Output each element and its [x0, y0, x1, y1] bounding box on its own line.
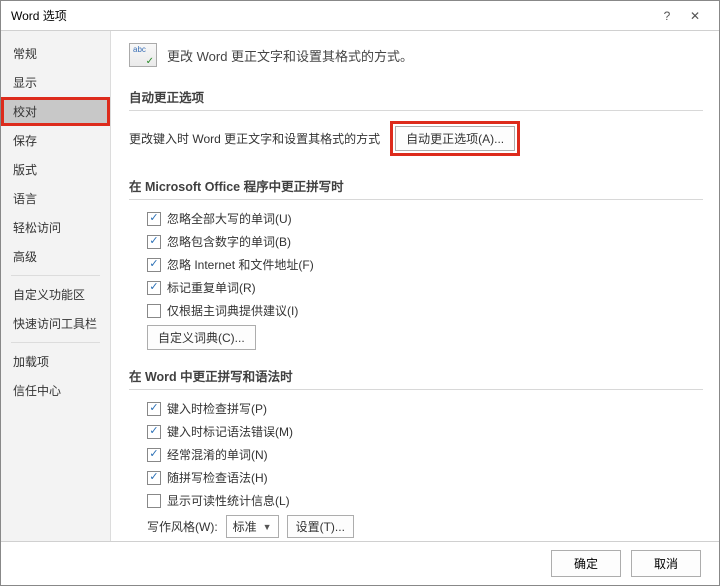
nav-display[interactable]: 显示 [1, 68, 110, 97]
window-title: Word 选项 [11, 7, 67, 24]
content-panel: 更改 Word 更正文字和设置其格式的方式。 自动更正选项 更改键入时 Word… [111, 31, 719, 541]
chk-ignore-numbers[interactable] [147, 235, 161, 249]
lbl-ignore-numbers: 忽略包含数字的单词(B) [167, 233, 291, 250]
nav-ease-of-access[interactable]: 轻松访问 [1, 213, 110, 242]
lbl-confused-words: 经常混淆的单词(N) [167, 446, 268, 463]
lbl-ignore-internet: 忽略 Internet 和文件地址(F) [167, 256, 314, 273]
chk-ignore-internet[interactable] [147, 258, 161, 272]
nav-quick-access[interactable]: 快速访问工具栏 [1, 309, 110, 338]
nav-advanced[interactable]: 高级 [1, 242, 110, 271]
settings-button[interactable]: 设置(T)... [287, 515, 354, 538]
lbl-grammar-with-spelling: 随拼写检查语法(H) [167, 469, 268, 486]
cancel-button[interactable]: 取消 [631, 550, 701, 577]
highlight-autocorrect-button: 自动更正选项(A)... [390, 121, 520, 156]
chk-main-dict-only[interactable] [147, 304, 161, 318]
lbl-readability: 显示可读性统计信息(L) [167, 492, 290, 509]
lbl-flag-repeat: 标记重复单词(R) [167, 279, 256, 296]
ok-button[interactable]: 确定 [551, 550, 621, 577]
chk-ignore-uppercase[interactable] [147, 212, 161, 226]
lbl-check-spelling: 键入时检查拼写(P) [167, 400, 267, 417]
writing-style-select[interactable]: 标准▼ [226, 515, 279, 538]
nav-addins[interactable]: 加载项 [1, 347, 110, 376]
writing-style-label: 写作风格(W): [147, 518, 218, 535]
chk-grammar-with-spelling[interactable] [147, 471, 161, 485]
header-text: 更改 Word 更正文字和设置其格式的方式。 [167, 46, 413, 65]
autocorrect-options-button[interactable]: 自动更正选项(A)... [395, 126, 515, 151]
titlebar: Word 选项 ? ✕ [1, 1, 719, 31]
chk-mark-grammar[interactable] [147, 425, 161, 439]
chk-flag-repeat[interactable] [147, 281, 161, 295]
nav-proofing[interactable]: 校对 [1, 97, 110, 126]
caret-down-icon: ▼ [263, 522, 272, 532]
chk-check-spelling[interactable] [147, 402, 161, 416]
footer: 确定 取消 [1, 541, 719, 585]
section-office-spelling: 在 Microsoft Office 程序中更正拼写时 [129, 170, 703, 200]
autocorrect-desc: 更改键入时 Word 更正文字和设置其格式的方式 [129, 130, 380, 147]
section-autocorrect: 自动更正选项 [129, 81, 703, 111]
section-word-spelling: 在 Word 中更正拼写和语法时 [129, 360, 703, 390]
nav-general[interactable]: 常规 [1, 39, 110, 68]
lbl-main-dict-only: 仅根据主词典提供建议(I) [167, 302, 298, 319]
nav-trust-center[interactable]: 信任中心 [1, 376, 110, 405]
chk-confused-words[interactable] [147, 448, 161, 462]
help-button[interactable]: ? [653, 9, 681, 23]
nav-layout[interactable]: 版式 [1, 155, 110, 184]
sidebar: 常规 显示 校对 保存 版式 语言 轻松访问 高级 自定义功能区 快速访问工具栏… [1, 31, 111, 541]
proofing-icon [129, 43, 157, 67]
nav-language[interactable]: 语言 [1, 184, 110, 213]
lbl-ignore-uppercase: 忽略全部大写的单词(U) [167, 210, 292, 227]
close-button[interactable]: ✕ [681, 9, 709, 23]
custom-dict-button[interactable]: 自定义词典(C)... [147, 325, 256, 350]
nav-save[interactable]: 保存 [1, 126, 110, 155]
nav-customize-ribbon[interactable]: 自定义功能区 [1, 280, 110, 309]
lbl-mark-grammar: 键入时标记语法错误(M) [167, 423, 293, 440]
chk-readability[interactable] [147, 494, 161, 508]
